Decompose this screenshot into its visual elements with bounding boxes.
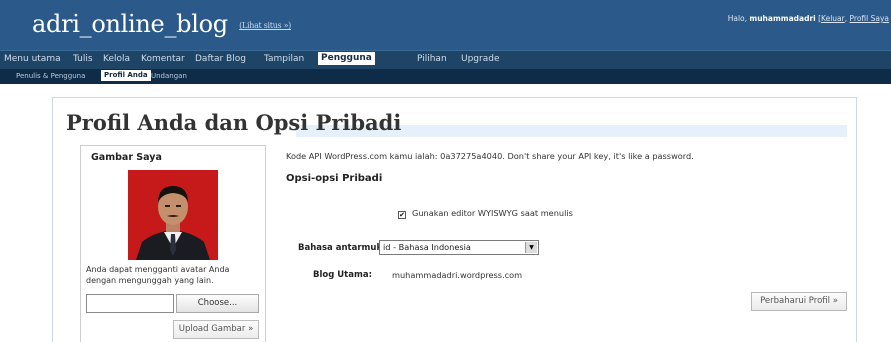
- nav-item-menu-utama[interactable]: Menu utama: [4, 54, 61, 64]
- nav-item-pengguna[interactable]: Pengguna: [318, 52, 375, 65]
- nav-item-kelola[interactable]: Kelola: [103, 54, 130, 64]
- avatar-panel: Gambar Saya Anda dapat mengganti avatar …: [80, 145, 266, 342]
- api-key-note: Kode API WordPress.com kamu ialah: 0a372…: [286, 151, 694, 161]
- language-select-value[interactable]: id - Bahasa Indonesia: [383, 242, 471, 252]
- nav-item-upgrade[interactable]: Upgrade: [461, 54, 499, 64]
- avatar-panel-title: Gambar Saya: [91, 152, 162, 163]
- choose-file-button[interactable]: Choose...: [176, 294, 259, 313]
- primary-blog-label: Blog Utama:: [313, 270, 372, 280]
- upload-image-button[interactable]: Upload Gambar »: [173, 320, 259, 339]
- avatar-file-input[interactable]: [86, 294, 174, 313]
- avatar-help-text: Anda dapat mengganti avatar Anda dengan …: [86, 264, 264, 286]
- avatar-help-line-1: Anda dapat mengganti avatar Anda: [86, 265, 230, 274]
- language-select[interactable]: id - Bahasa Indonesia ▼: [379, 240, 539, 255]
- my-profile-link[interactable]: Profil Saya: [850, 14, 889, 23]
- update-profile-button[interactable]: Perbaharui Profil »: [751, 292, 847, 311]
- view-site-link[interactable]: (Lihat situs »): [239, 21, 291, 30]
- chevron-down-icon[interactable]: ▼: [525, 242, 537, 253]
- avatar-photo-icon: [128, 170, 218, 260]
- subnav-item-profil-anda[interactable]: Profil Anda: [101, 70, 151, 81]
- user-info: Halo, muhammadadri [Keluar, Profil Saya: [728, 14, 889, 23]
- avatar: [128, 170, 218, 260]
- avatar-help-line-2: dengan mengunggah yang lain.: [86, 276, 214, 285]
- nav-item-komentar[interactable]: Komentar: [141, 54, 185, 64]
- wysiwyg-label[interactable]: Gunakan editor WYISWYG saat menulis: [412, 208, 573, 218]
- nav-item-tulis[interactable]: Tulis: [73, 54, 93, 64]
- main-nav: Menu utama Tulis Kelola Komentar Daftar …: [0, 50, 891, 69]
- subnav-item-penulis-pengguna[interactable]: Penulis & Pengguna: [16, 72, 85, 80]
- language-label: Bahasa antarmuka: [298, 243, 388, 253]
- admin-header: adri_online_blog (Lihat situs ») Halo, m…: [0, 0, 891, 50]
- wysiwyg-option[interactable]: ✔ Gunakan editor WYISWYG saat menulis: [398, 208, 573, 219]
- greeting-text: Halo,: [727, 14, 750, 23]
- nav-item-pilihan[interactable]: Pilihan: [417, 54, 447, 64]
- nav-item-tampilan[interactable]: Tampilan: [264, 54, 304, 64]
- logout-link[interactable]: Keluar: [821, 14, 845, 23]
- subnav-item-undangan[interactable]: Undangan: [151, 72, 187, 80]
- wysiwyg-checkbox[interactable]: ✔: [398, 211, 406, 219]
- primary-blog-value: muhammadadri.wordpress.com: [392, 270, 523, 280]
- blog-title-text[interactable]: adri_online_blog: [32, 10, 228, 38]
- sub-nav: Penulis & Pengguna Profil Anda Undangan: [0, 69, 891, 84]
- page-title: Profil Anda dan Opsi Pribadi: [66, 110, 402, 135]
- personal-options-title: Opsi-opsi Pribadi: [286, 173, 383, 184]
- blog-title[interactable]: adri_online_blog (Lihat situs »): [32, 10, 291, 38]
- username: muhammadadri: [749, 14, 816, 23]
- nav-item-daftar-blog[interactable]: Daftar Blog: [195, 54, 246, 64]
